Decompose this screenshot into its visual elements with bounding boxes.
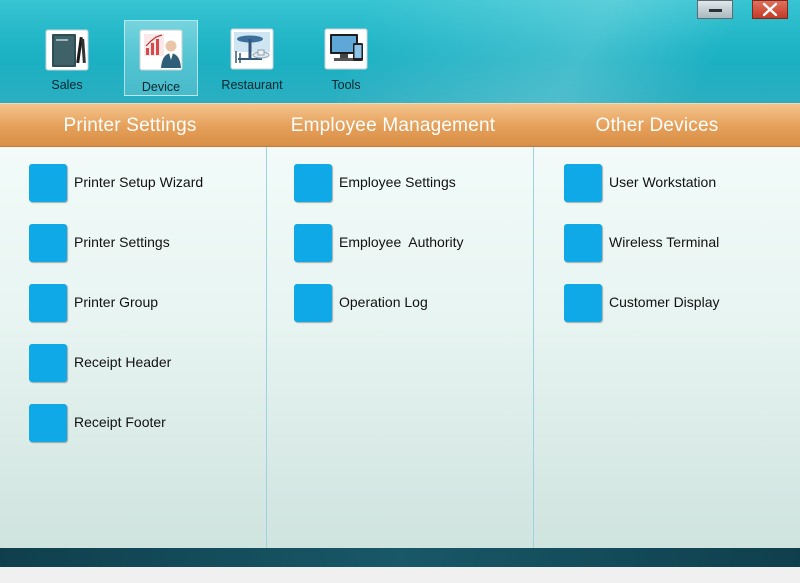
device-chart-icon — [139, 29, 183, 71]
menu-item-label: Printer Group — [74, 294, 159, 310]
nav-label: Sales — [51, 78, 83, 92]
menu-tile-icon — [29, 224, 67, 262]
menu-item-label: Employee Settings — [339, 174, 456, 190]
bottom-strip — [0, 567, 800, 583]
menu-item-label: Receipt Header — [74, 354, 172, 370]
sales-book-icon — [45, 29, 89, 71]
menu-item-label: Receipt Footer — [74, 414, 166, 430]
section-header-bar: Printer Settings Employee Management Oth… — [0, 103, 800, 147]
nav-item-restaurant[interactable]: Restaurant — [215, 20, 289, 96]
menu-tile-icon — [564, 284, 602, 322]
menu-item-employee-authority[interactable]: Employee Authority — [294, 224, 514, 264]
nav-item-tools[interactable]: Tools — [309, 20, 383, 96]
toolbar-sheen — [0, 60, 800, 103]
menu-tile-icon — [29, 284, 67, 322]
nav-label: Tools — [331, 78, 361, 92]
menu-tile-icon — [29, 344, 67, 382]
nav-item-device[interactable]: Device — [124, 20, 198, 96]
menu-tile-icon — [294, 224, 332, 262]
menu-tile-icon — [294, 164, 332, 202]
menu-item-label: Printer Settings — [74, 234, 170, 250]
menu-item-customer-display[interactable]: Customer Display — [564, 284, 784, 324]
menu-tile-icon — [564, 164, 602, 202]
close-icon — [762, 2, 778, 17]
menu-tile-icon — [29, 404, 67, 442]
menu-item-operation-log[interactable]: Operation Log — [294, 284, 514, 324]
column-printer-settings: Printer Setup Wizard Printer Settings Pr… — [29, 147, 259, 548]
nav-item-sales[interactable]: Sales — [30, 20, 104, 96]
menu-item-printer-setup-wizard[interactable]: Printer Setup Wizard — [29, 164, 249, 204]
top-toolbar: Sales Device Restaurant Tools — [0, 0, 800, 103]
menu-item-label: Employee Authority — [339, 234, 464, 250]
column-divider — [266, 147, 267, 548]
menu-item-label: Printer Setup Wizard — [74, 174, 204, 190]
menu-tile-icon — [564, 224, 602, 262]
menu-item-label: Customer Display — [609, 294, 720, 310]
menu-tile-icon — [294, 284, 332, 322]
content-area: Printer Setup Wizard Printer Settings Pr… — [0, 147, 800, 548]
restaurant-table-icon — [230, 28, 274, 70]
close-button[interactable] — [752, 0, 788, 19]
menu-item-receipt-header[interactable]: Receipt Header — [29, 344, 249, 384]
minimize-button[interactable] — [697, 0, 733, 19]
menu-item-label: Wireless Terminal — [609, 234, 720, 250]
tools-devices-icon — [324, 28, 368, 70]
menu-item-employee-settings[interactable]: Employee Settings — [294, 164, 514, 204]
app-window: Sales Device Restaurant Tools Printer Se… — [0, 0, 800, 583]
menu-item-receipt-footer[interactable]: Receipt Footer — [29, 404, 249, 444]
minimize-icon — [709, 9, 722, 12]
menu-item-printer-settings[interactable]: Printer Settings — [29, 224, 249, 264]
bottom-status-bar — [0, 548, 800, 567]
column-divider — [533, 147, 534, 548]
column-other-devices: User Workstation Wireless Terminal Custo… — [564, 147, 794, 548]
section-title-printer-settings: Printer Settings — [63, 115, 197, 136]
column-employee-management: Employee Settings Employee Authority Ope… — [294, 147, 524, 548]
nav-label: Restaurant — [221, 78, 283, 92]
menu-item-user-workstation[interactable]: User Workstation — [564, 164, 784, 204]
menu-item-label: User Workstation — [609, 174, 717, 190]
menu-item-label: Operation Log — [339, 294, 428, 310]
menu-item-printer-group[interactable]: Printer Group — [29, 284, 249, 324]
section-title-employee-management: Employee Management — [290, 115, 496, 136]
nav-label: Device — [141, 80, 181, 94]
section-title-other-devices: Other Devices — [595, 115, 719, 136]
menu-tile-icon — [29, 164, 67, 202]
menu-item-wireless-terminal[interactable]: Wireless Terminal — [564, 224, 784, 264]
